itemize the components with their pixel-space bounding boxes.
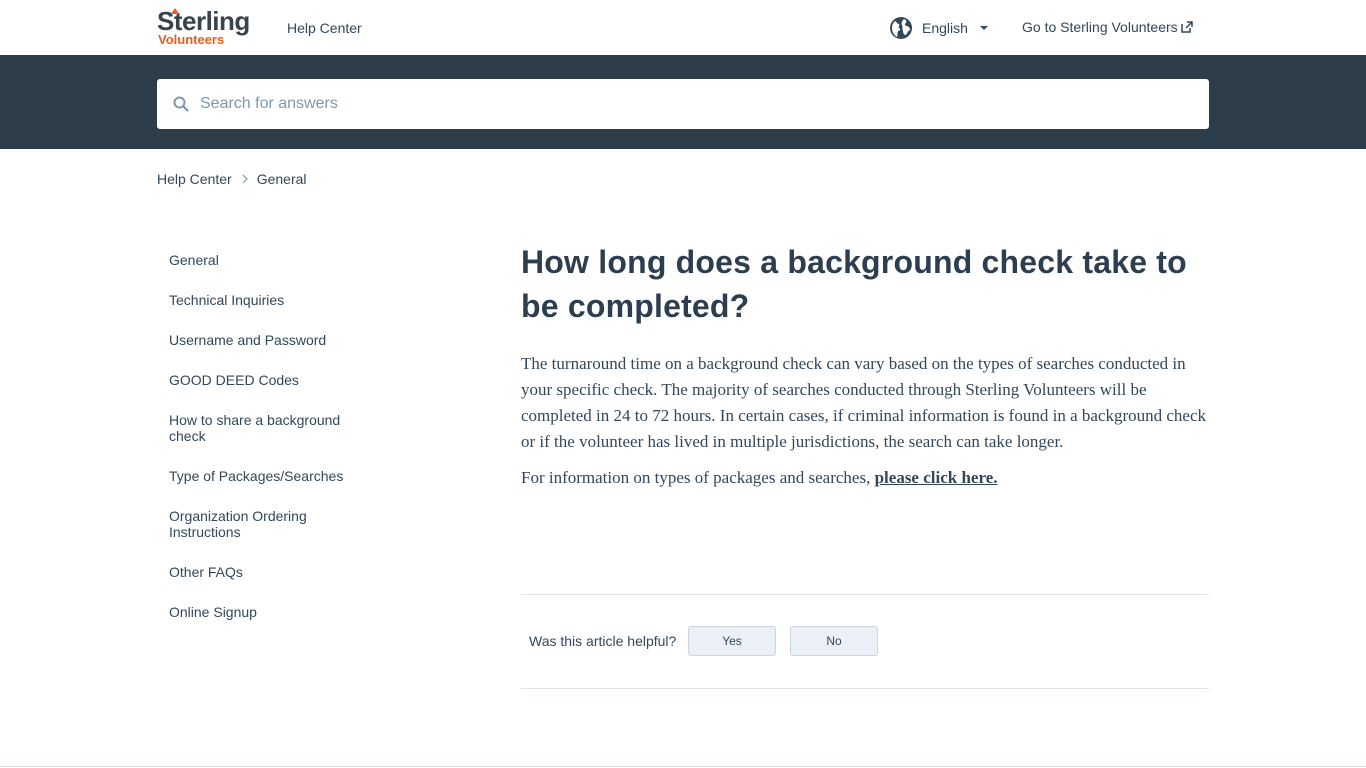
language-selector[interactable]: English [889,15,988,41]
go-to-link-label: Go to Sterling Volunteers [1022,19,1178,35]
sterling-volunteers-logo[interactable]: Sterling Volunteers [157,7,262,48]
article-content: How long does a background check take to… [521,240,1209,491]
article-paragraph-text: For information on types of packages and… [521,468,875,487]
packages-info-link[interactable]: please click here. [875,468,998,487]
sidebar-item-packages-searches[interactable]: Type of Packages/Searches [169,468,359,484]
chevron-down-icon [979,26,988,30]
breadcrumb-help-center[interactable]: Help Center [157,171,232,187]
sidebar-item-good-deed-codes[interactable]: GOOD DEED Codes [169,372,359,388]
category-sidebar: General Technical Inquiries Username and… [169,252,359,644]
article-paragraph-link-line: For information on types of packages and… [521,465,1209,491]
article-feedback: Was this article helpful? Yes No [521,594,1209,689]
language-label: English [922,20,968,36]
feedback-question: Was this article helpful? [529,633,677,649]
external-link-icon [1180,21,1193,33]
logo-accent-icon [171,8,179,14]
feedback-yes-button[interactable]: Yes [688,626,776,656]
logo-subtitle: Volunteers [158,32,225,47]
search-box[interactable] [157,79,1209,129]
article-paragraph: The turnaround time on a background chec… [521,354,1206,451]
footer-divider [0,766,1366,767]
article-title: How long does a background check take to… [521,244,1187,324]
sidebar-item-organization-ordering[interactable]: Organization Ordering Instructions [169,508,359,540]
top-header: Sterling Volunteers Help Center English … [0,0,1366,55]
feedback-no-button[interactable]: No [790,626,878,656]
globe-icon [890,17,912,39]
search-input[interactable] [200,79,1190,129]
sidebar-item-online-signup[interactable]: Online Signup [169,604,359,620]
go-to-sterling-volunteers-link[interactable]: Go to Sterling Volunteers [1022,19,1193,35]
chevron-right-icon [242,174,248,184]
search-band [0,55,1366,149]
search-icon [173,96,189,112]
sidebar-item-username-password[interactable]: Username and Password [169,332,359,348]
sidebar-item-share-background-check[interactable]: How to share a background check [169,412,359,444]
breadcrumb: Help Center General [157,171,307,187]
breadcrumb-general[interactable]: General [257,171,307,187]
sidebar-item-general[interactable]: General [169,252,359,268]
sidebar-item-technical-inquiries[interactable]: Technical Inquiries [169,292,359,308]
sidebar-item-other-faqs[interactable]: Other FAQs [169,564,359,580]
header-help-center-link[interactable]: Help Center [287,20,362,36]
